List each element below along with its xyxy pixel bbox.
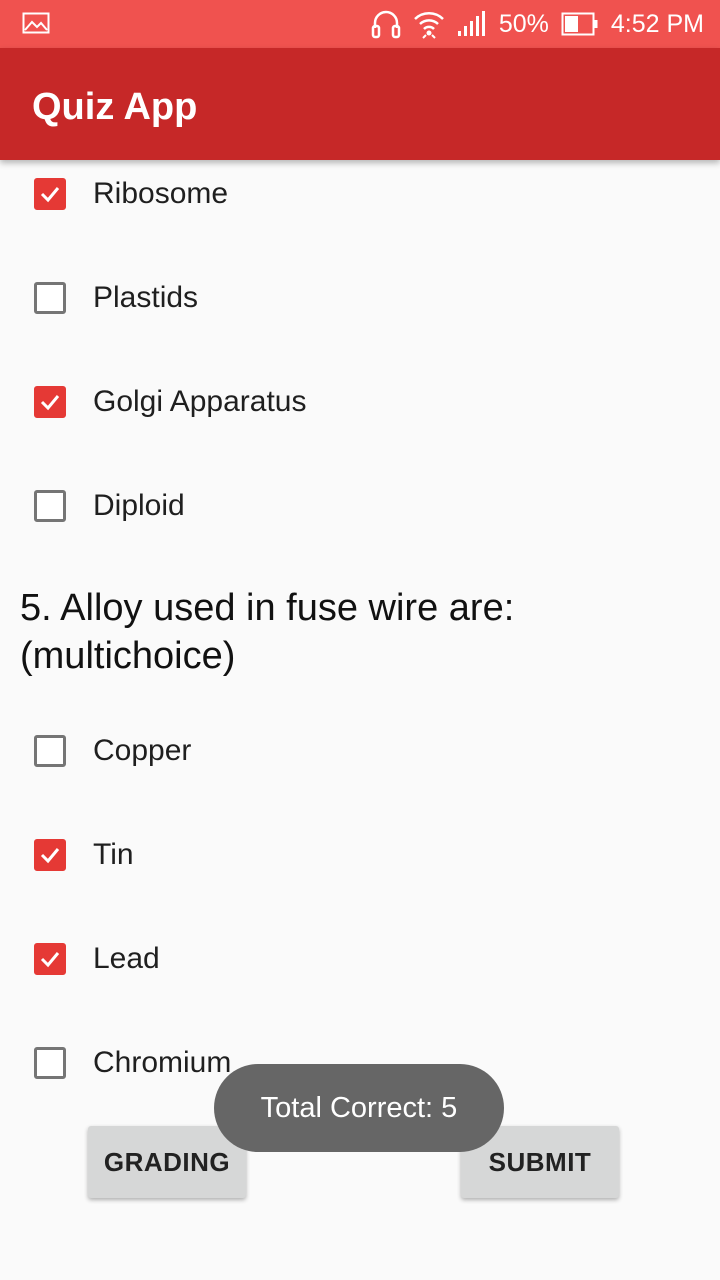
signal-icon — [457, 11, 487, 37]
checkbox-unchecked[interactable] — [34, 1047, 66, 1079]
option-label: Chromium — [93, 1046, 232, 1079]
option-label: Plastids — [93, 281, 199, 314]
status-time: 4:52 PM — [610, 9, 704, 38]
grading-button[interactable]: GRADING — [88, 1126, 246, 1198]
image-icon — [22, 12, 50, 34]
option-plastids[interactable]: Plastids — [34, 278, 198, 318]
option-diploid[interactable]: Diploid — [34, 486, 185, 526]
checkbox-checked[interactable] — [34, 178, 66, 210]
battery-icon — [561, 12, 599, 36]
headset-icon — [371, 8, 401, 40]
checkbox-unchecked[interactable] — [34, 490, 66, 522]
toast-message: Total Correct: 5 — [214, 1064, 504, 1152]
option-label: Tin — [93, 838, 134, 871]
checkbox-checked[interactable] — [34, 943, 66, 975]
option-ribosome[interactable]: Ribosome — [34, 174, 228, 214]
option-label: Copper — [93, 734, 192, 767]
toast-text: Total Correct: 5 — [260, 1091, 458, 1124]
checkbox-checked[interactable] — [34, 839, 66, 871]
app-title: Quiz App — [32, 86, 198, 128]
option-golgi-apparatus[interactable]: Golgi Apparatus — [34, 382, 306, 422]
option-lead[interactable]: Lead — [34, 939, 160, 979]
checkmark-icon — [40, 395, 60, 411]
option-label: Golgi Apparatus — [93, 385, 307, 418]
status-bar: 50% 4:52 PM — [0, 0, 720, 48]
checkmark-icon — [40, 848, 60, 864]
option-label: Lead — [93, 942, 160, 975]
option-label: Diploid — [93, 489, 185, 522]
option-copper[interactable]: Copper — [34, 731, 191, 771]
option-tin[interactable]: Tin — [34, 835, 134, 875]
checkbox-unchecked[interactable] — [34, 282, 66, 314]
checkbox-checked[interactable] — [34, 386, 66, 418]
option-chromium[interactable]: Chromium — [34, 1043, 231, 1083]
wifi-icon — [413, 9, 445, 39]
checkmark-icon — [40, 952, 60, 968]
checkmark-icon — [40, 187, 60, 203]
checkbox-unchecked[interactable] — [34, 735, 66, 767]
battery-percent: 50% — [498, 9, 549, 38]
question-5-text: 5. Alloy used in fuse wire are: (multich… — [20, 587, 515, 677]
app-bar: Quiz App — [0, 48, 720, 160]
option-label: Ribosome — [93, 177, 229, 210]
